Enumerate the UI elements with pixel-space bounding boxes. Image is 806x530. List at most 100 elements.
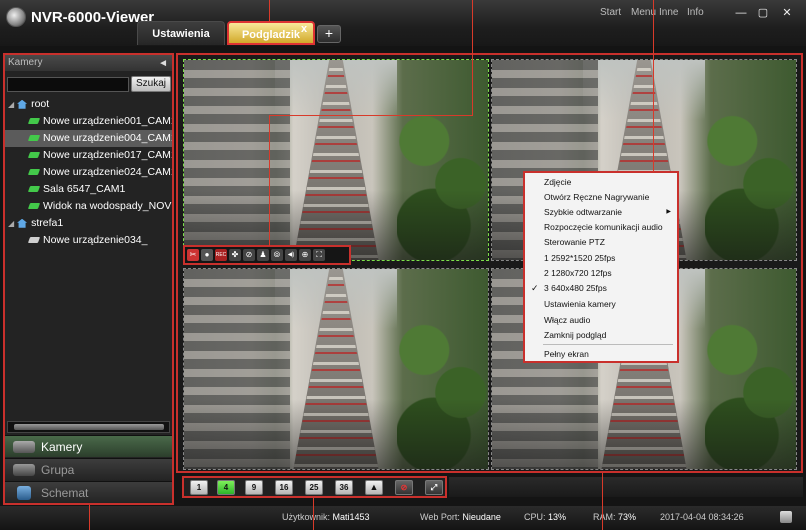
- video-cell-3[interactable]: [183, 268, 489, 470]
- tree-camera[interactable]: Sala 6547_CAM1: [5, 181, 172, 198]
- zoom-icon[interactable]: ⊕: [299, 249, 311, 261]
- tree-label: Nowe urządzenie024_CAM1: [43, 166, 172, 178]
- tab-settings[interactable]: Ustawienia: [137, 21, 225, 45]
- menu-item-quick-playback[interactable]: Szybkie odtwarzanie ▶: [525, 205, 677, 220]
- menu-item-ptz[interactable]: Sterowanie PTZ: [525, 235, 677, 250]
- camera-search-input[interactable]: [7, 77, 129, 92]
- menu-item-audio-talk[interactable]: Rozpoczęcie komunikacji audio: [525, 220, 677, 235]
- search-button[interactable]: Szukaj: [131, 76, 171, 92]
- camera-sidebar: Kamery ◄ Szukaj ◢ root Nowe urządzenie00…: [3, 53, 174, 505]
- camera-icon: [27, 169, 41, 176]
- microphone-icon[interactable]: ♟: [257, 249, 269, 261]
- tree-label: strefa1: [31, 217, 64, 229]
- stop-all-icon[interactable]: ⊘: [395, 480, 413, 495]
- audio-icon[interactable]: ◀): [285, 249, 297, 261]
- scrollbar-thumb[interactable]: [14, 424, 164, 430]
- add-tab-button[interactable]: +: [317, 25, 341, 43]
- annotation-line: [269, 115, 473, 116]
- check-icon: ✓: [531, 283, 539, 293]
- camera-icon: [27, 203, 41, 210]
- menu-item-camera-settings[interactable]: Ustawienia kamery: [525, 297, 677, 312]
- lock-icon[interactable]: [780, 511, 792, 523]
- status-bar: Użytkownik: Mati1453 Web Port: Nieudane …: [0, 506, 806, 530]
- menu-item-label: Zdjęcie: [544, 177, 572, 187]
- menu-item-fullscreen[interactable]: Pełny ekran: [525, 347, 677, 362]
- menu-other[interactable]: Inne: [659, 7, 678, 18]
- status-webport-value: Nieudane: [462, 512, 501, 522]
- snapshot-icon[interactable]: ●: [201, 249, 213, 261]
- minimize-icon[interactable]: —: [733, 6, 749, 20]
- menu-item-snapshot[interactable]: Zdjęcie: [525, 175, 677, 190]
- close-window-icon[interactable]: ✕: [779, 6, 795, 20]
- tree-camera[interactable]: Widok na wodospady_NOVUS: [5, 198, 172, 215]
- cell-toolbar: ✂ ● REC ✤ ⊘ ♟ ⦾ ◀) ⊕ ⛶: [183, 245, 351, 265]
- status-ram: RAM: 73%: [593, 512, 636, 522]
- nav-group[interactable]: Grupa: [5, 458, 172, 480]
- menu-info[interactable]: Info: [687, 7, 704, 18]
- record-clip-icon[interactable]: ✂: [187, 249, 199, 261]
- schema-nav-icon: [17, 486, 31, 500]
- layout-36-button[interactable]: 36: [335, 480, 353, 495]
- nvr-viewer-window: NVR-6000-Viewer Start Menu Inne Info — ▢…: [0, 0, 806, 530]
- menu-item-label: 1 2592*1520 25fps: [544, 253, 616, 263]
- menu-start[interactable]: Start: [600, 7, 621, 18]
- home-icon: [17, 218, 28, 228]
- menu-item-label: Ustawienia kamery: [544, 299, 616, 309]
- layout-9-button[interactable]: 9: [245, 480, 263, 495]
- status-webport-label: Web Port:: [420, 512, 460, 522]
- status-ram-label: RAM:: [593, 512, 616, 522]
- ptz-icon[interactable]: ✤: [229, 249, 241, 261]
- expander-icon[interactable]: ◢: [8, 219, 14, 228]
- tree-label: Nowe urządzenie001_CAM1: [43, 115, 172, 127]
- tree-camera-offline[interactable]: Nowe urządzenie034_: [5, 232, 172, 249]
- menu-separator: [543, 344, 673, 345]
- menu-item-manual-record[interactable]: Otwórz Ręczne Nagrywanie: [525, 190, 677, 205]
- app-title: NVR-6000-Viewer: [31, 9, 155, 26]
- nav-schema[interactable]: Schemat: [5, 481, 172, 503]
- title-bar: NVR-6000-Viewer Start Menu Inne Info — ▢…: [0, 0, 806, 46]
- nav-cameras[interactable]: Kamery: [5, 435, 172, 457]
- video-cell-1[interactable]: [183, 59, 489, 261]
- fullscreen-icon[interactable]: ⛶: [313, 249, 325, 261]
- camera-lens-icon[interactable]: ⦾: [271, 249, 283, 261]
- menu-item-label: Włącz audio: [544, 315, 591, 325]
- tree-camera[interactable]: Nowe urządzenie017_CAM1: [5, 147, 172, 164]
- annotation-line: [602, 473, 603, 530]
- menu-item-stream-3[interactable]: ✓ 3 640x480 25fps: [525, 281, 677, 296]
- menu-item-label: Otwórz Ręczne Nagrywanie: [544, 192, 650, 202]
- status-cpu-label: CPU:: [524, 512, 546, 522]
- camera-offline-icon: [27, 237, 41, 244]
- tree-group-zone[interactable]: ◢ strefa1: [5, 215, 172, 232]
- expander-icon[interactable]: ◢: [8, 100, 14, 109]
- custom-layout-icon[interactable]: ▲: [365, 480, 383, 495]
- menu-item-stream-2[interactable]: 2 1280x720 12fps: [525, 266, 677, 281]
- tree-camera-selected[interactable]: Nowe urządzenie004_CAM1: [5, 130, 172, 147]
- menu-item-enable-audio[interactable]: Włącz audio: [525, 313, 677, 328]
- maximize-icon[interactable]: ▢: [755, 6, 771, 20]
- nav-label: Schemat: [41, 486, 89, 500]
- layout-25-button[interactable]: 25: [305, 480, 323, 495]
- tab-close-icon[interactable]: x: [301, 23, 307, 35]
- rec-icon[interactable]: REC: [215, 249, 227, 261]
- context-menu: Zdjęcie Otwórz Ręczne Nagrywanie Szybkie…: [523, 171, 679, 363]
- menu-item-stream-1[interactable]: 1 2592*1520 25fps: [525, 251, 677, 266]
- camera-icon: [27, 135, 41, 142]
- status-user-label: Użytkownik:: [282, 512, 331, 522]
- tree-group-root[interactable]: ◢ root: [5, 96, 172, 113]
- disable-icon[interactable]: ⊘: [243, 249, 255, 261]
- menu-item-label: Zamknij podgląd: [544, 330, 607, 340]
- home-icon: [17, 99, 28, 109]
- layout-1-button[interactable]: 1: [190, 480, 208, 495]
- tree-camera[interactable]: Nowe urządzenie001_CAM1: [5, 113, 172, 130]
- horizontal-scrollbar[interactable]: [7, 421, 170, 433]
- menu-item-close-preview[interactable]: Zamknij podgląd: [525, 328, 677, 343]
- collapse-icon[interactable]: ◄: [158, 56, 168, 72]
- layout-4-button[interactable]: 4: [217, 480, 235, 495]
- sidebar-title: Kamery: [8, 57, 43, 68]
- menu-item-label: Pełny ekran: [544, 349, 589, 359]
- fullscreen-all-icon[interactable]: ⤢: [425, 480, 443, 495]
- annotation-line: [313, 498, 314, 530]
- menu-item-label: 3 640x480 25fps: [544, 283, 607, 293]
- tree-camera[interactable]: Nowe urządzenie024_CAM1: [5, 164, 172, 181]
- layout-16-button[interactable]: 16: [275, 480, 293, 495]
